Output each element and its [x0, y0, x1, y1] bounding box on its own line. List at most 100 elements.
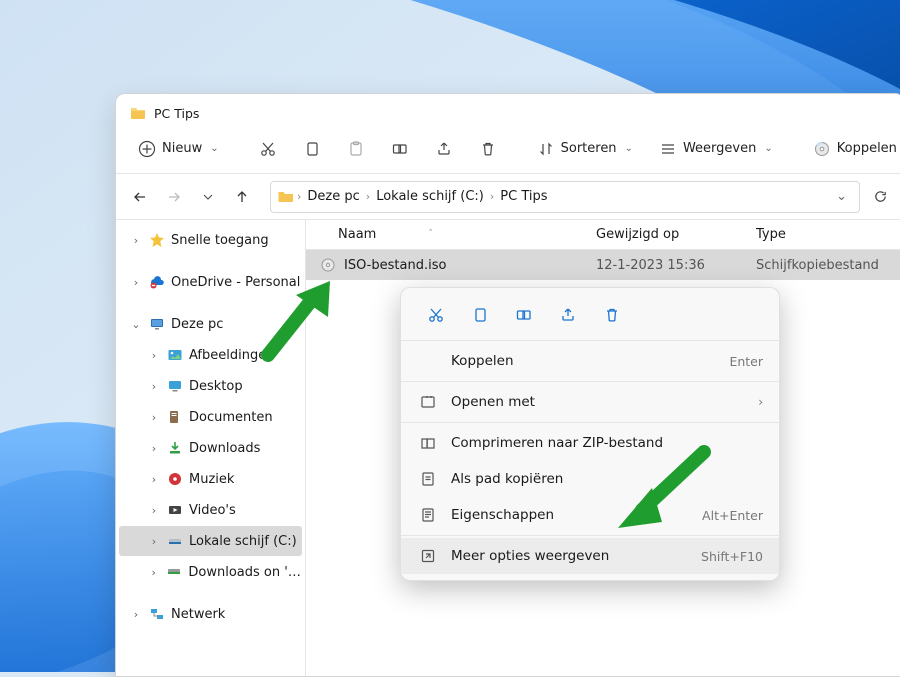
sidebar-item-label: Video's [189, 503, 236, 518]
refresh-button[interactable] [866, 183, 894, 211]
context-item-shortcut: Enter [729, 354, 763, 369]
chevron-down-icon: ⌄ [210, 143, 218, 154]
chevron-right-icon: › [129, 608, 143, 621]
disc-icon [813, 140, 831, 158]
share-button[interactable] [551, 300, 585, 330]
breadcrumb[interactable]: Lokale schijf (C:) [372, 189, 488, 204]
chevron-down-icon[interactable]: ⌄ [830, 189, 853, 204]
sidebar-item-label: Lokale schijf (C:) [189, 534, 297, 549]
view-button[interactable]: Weergeven ⌄ [651, 135, 781, 163]
chevron-right-icon: › [366, 190, 370, 203]
sidebar-item-downloads[interactable]: › Downloads [119, 433, 302, 463]
chevron-right-icon: › [129, 276, 143, 289]
sidebar-item-netdrive[interactable]: › Downloads on 'Ma [119, 557, 302, 587]
file-name: ISO-bestand.iso [344, 258, 446, 273]
drive-icon [167, 533, 183, 549]
sort-label: Sorteren [561, 141, 617, 156]
chevron-right-icon: › [758, 395, 763, 409]
chevron-right-icon: › [147, 473, 161, 486]
more-options-icon [419, 547, 437, 565]
file-row[interactable]: ISO-bestand.iso 12-1-2023 15:36 Schijfko… [306, 250, 900, 280]
sidebar-item-desktop[interactable]: › Desktop [119, 371, 302, 401]
annotation-arrow [248, 275, 348, 365]
new-button[interactable]: Nieuw ⌄ [130, 135, 227, 163]
mount-label: Koppelen [837, 141, 897, 156]
videos-icon [167, 502, 183, 518]
monitor-icon [149, 316, 165, 332]
chevron-right-icon: › [147, 535, 161, 548]
delete-button[interactable] [471, 135, 505, 163]
cut-button[interactable] [419, 300, 453, 330]
sidebar-item-label: Downloads on 'Ma [188, 565, 302, 580]
address-bar[interactable]: › Deze pc › Lokale schijf (C:) › PC Tips… [270, 181, 860, 213]
context-toolbar [401, 294, 779, 338]
sidebar-item-network[interactable]: › Netwerk [119, 599, 302, 629]
sidebar-item-documents[interactable]: › Documenten [119, 402, 302, 432]
mount-button[interactable]: Koppelen [805, 135, 900, 163]
forward-button[interactable] [160, 183, 188, 211]
paste-button[interactable] [339, 135, 373, 163]
scissors-icon [259, 140, 277, 158]
desktop-icon [167, 378, 183, 394]
netdrive-icon [166, 564, 182, 580]
chevron-right-icon: › [129, 234, 143, 247]
blank-icon [419, 352, 437, 370]
recent-button[interactable] [194, 183, 222, 211]
breadcrumb[interactable]: PC Tips [496, 189, 551, 204]
sidebar-item-cdrive[interactable]: › Lokale schijf (C:) [119, 526, 302, 556]
column-headers[interactable]: Naam˄ Gewijzigd op Type [306, 220, 900, 250]
sidebar-item-label: Downloads [189, 441, 260, 456]
chevron-right-icon: › [297, 190, 301, 203]
breadcrumb[interactable]: Deze pc [303, 189, 363, 204]
context-item-copypath[interactable]: Als pad kopiëren [401, 461, 779, 497]
rename-button[interactable] [383, 135, 417, 163]
context-item-properties[interactable]: Eigenschappen Alt+Enter [401, 497, 779, 533]
up-button[interactable] [228, 183, 256, 211]
sort-icon [537, 140, 555, 158]
cut-button[interactable] [251, 135, 285, 163]
window-title: PC Tips [154, 106, 199, 121]
copypath-icon [419, 470, 437, 488]
column-name: Naam [338, 227, 376, 242]
column-modified: Gewijzigd op [596, 227, 679, 242]
context-item-label: Openen met [451, 394, 744, 410]
sidebar-item-label: Documenten [189, 410, 273, 425]
context-item-label: Koppelen [451, 353, 715, 369]
pictures-icon [167, 347, 183, 363]
file-modified: 12-1-2023 15:36 [596, 258, 756, 273]
chevron-down-icon: ⌄ [625, 143, 633, 154]
cloud-icon [149, 274, 165, 290]
titlebar: PC Tips [116, 94, 900, 130]
iso-file-icon [320, 257, 336, 273]
chevron-down-icon: ⌄ [764, 143, 772, 154]
sidebar-item-quickaccess[interactable]: › Snelle toegang [119, 225, 302, 255]
properties-icon [419, 506, 437, 524]
trash-icon [479, 140, 497, 158]
context-item-more-options[interactable]: Meer opties weergeven Shift+F10 [401, 538, 779, 574]
delete-button[interactable] [595, 300, 629, 330]
rename-button[interactable] [507, 300, 541, 330]
separator [401, 381, 779, 382]
copy-button[interactable] [295, 135, 329, 163]
context-menu: Koppelen Enter Openen met › Comprimeren … [400, 287, 780, 581]
context-item-openwith[interactable]: Openen met › [401, 384, 779, 420]
navbar: › Deze pc › Lokale schijf (C:) › PC Tips… [116, 174, 900, 220]
view-icon [659, 140, 677, 158]
folder-icon [130, 105, 146, 121]
chevron-right-icon: › [147, 504, 161, 517]
separator [401, 422, 779, 423]
sort-button[interactable]: Sorteren ⌄ [529, 135, 641, 163]
view-label: Weergeven [683, 141, 756, 156]
downloads-icon [167, 440, 183, 456]
context-item-compress[interactable]: Comprimeren naar ZIP-bestand [401, 425, 779, 461]
context-item-mount[interactable]: Koppelen Enter [401, 343, 779, 379]
sidebar-item-music[interactable]: › Muziek [119, 464, 302, 494]
chevron-right-icon: › [147, 349, 161, 362]
copy-button[interactable] [463, 300, 497, 330]
share-button[interactable] [427, 135, 461, 163]
back-button[interactable] [126, 183, 154, 211]
sidebar-item-videos[interactable]: › Video's [119, 495, 302, 525]
file-type: Schijfkopiebestand [756, 258, 900, 273]
music-icon [167, 471, 183, 487]
copy-icon [303, 140, 321, 158]
